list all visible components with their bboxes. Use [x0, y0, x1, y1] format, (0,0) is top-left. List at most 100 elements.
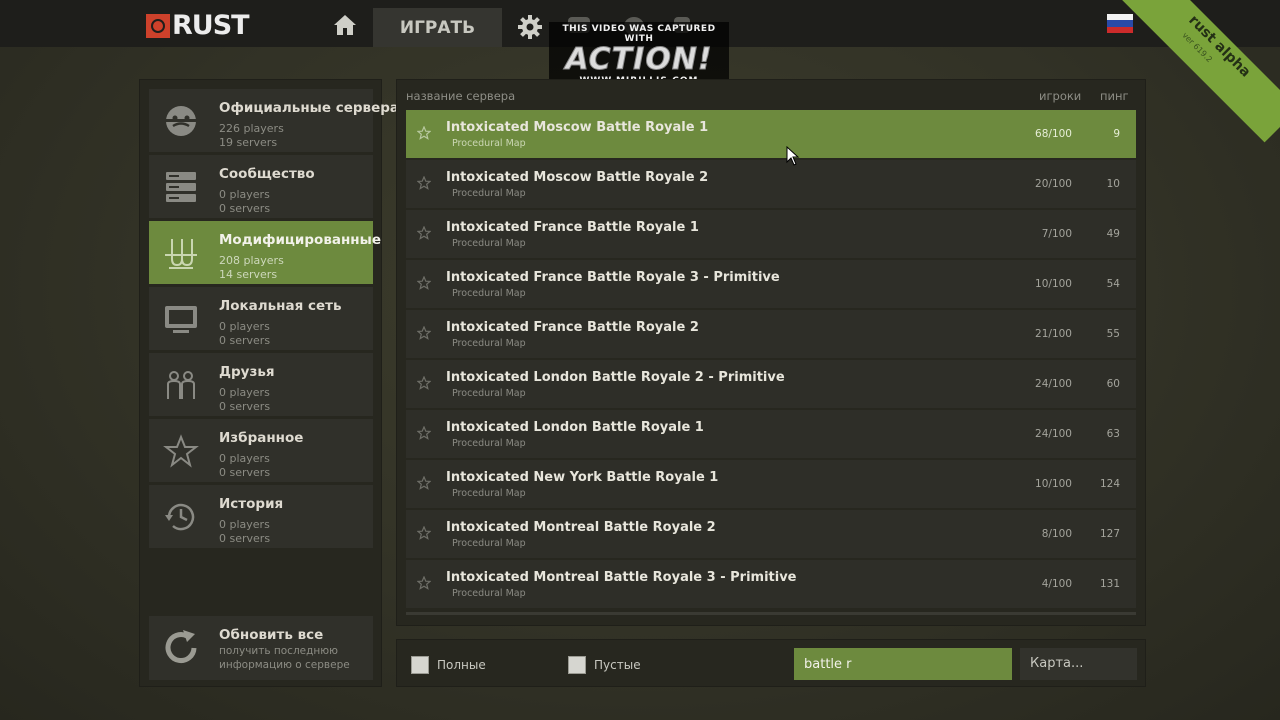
server-ping: 131: [1099, 578, 1120, 590]
category-servers: 14 servers: [219, 268, 278, 281]
category-servers: 0 servers: [219, 532, 271, 545]
tab-play[interactable]: ИГРАТЬ: [373, 8, 502, 47]
server-row[interactable]: Intoxicated Moscow Battle Royale 2 Proced…: [406, 160, 1136, 208]
category-players: 0 players: [219, 320, 270, 333]
refresh-icon: [165, 630, 197, 664]
action-watermark: THIS VIDEO WAS CAPTURED WITH ACTION! WWW…: [549, 22, 729, 86]
server-rack-icon: [166, 172, 196, 202]
server-players: 8/100: [1041, 528, 1072, 540]
server-row[interactable]: Intoxicated New York Battle Royale 1 Proc…: [406, 460, 1136, 508]
category-lan[interactable]: Локальная сеть 0 players 0 servers: [149, 287, 373, 350]
category-panel: Официальные сервера 226 players 19 serve…: [140, 80, 399, 686]
server-row[interactable]: Intoxicated London Battle Royale 2 - Pri…: [406, 360, 1136, 408]
server-name: Intoxicated London Battle Royale 1: [446, 420, 704, 435]
header-server-name[interactable]: название сервера: [406, 89, 515, 103]
server-map: Procedural Map: [452, 488, 526, 499]
category-name: Модифицированные: [219, 232, 381, 248]
server-row[interactable]: Intoxicated Moscow Battle Royale 1 Proced…: [406, 110, 1136, 158]
server-row[interactable]: Intoxicated London Battle Royale 1 Proced…: [406, 410, 1136, 458]
server-map: Procedural Map: [452, 138, 526, 149]
map-select-button[interactable]: Карта...: [1020, 648, 1137, 680]
server-row[interactable]: Intoxicated France Battle Royale 3 - Pri…: [406, 260, 1136, 308]
server-map: Procedural Map: [452, 188, 526, 199]
server-row[interactable]: Intoxicated Montreal Battle Royale 2 Proc…: [406, 510, 1136, 558]
empty-servers-checkbox[interactable]: [568, 656, 586, 674]
favorite-star-icon[interactable]: [417, 476, 431, 490]
server-ping: 60: [1106, 378, 1120, 390]
category-players: 226 players: [219, 122, 284, 135]
refresh-desc-line2: информацию о сервере: [219, 659, 350, 671]
category-official[interactable]: Официальные сервера 226 players 19 serve…: [149, 89, 399, 152]
filter-bar: Полные Пустые Карта...: [397, 640, 1145, 686]
full-servers-checkbox[interactable]: [411, 656, 429, 674]
category-community[interactable]: Сообщество 0 players 0 servers: [149, 155, 373, 218]
server-map: Procedural Map: [452, 438, 526, 449]
server-ping: 55: [1106, 328, 1120, 340]
favorite-star-icon[interactable]: [417, 226, 431, 240]
server-ping: 9: [1113, 128, 1120, 140]
favorite-star-icon[interactable]: [417, 526, 431, 540]
server-name: Intoxicated Montreal Battle Royale 3 - P…: [446, 570, 797, 585]
server-search-input[interactable]: [794, 648, 1012, 680]
home-icon[interactable]: [333, 14, 357, 36]
rust-logo-mark: [146, 14, 170, 38]
face-icon: [163, 106, 199, 136]
server-map: Procedural Map: [452, 238, 526, 249]
server-map: Procedural Map: [452, 288, 526, 299]
flask-icon: [165, 239, 197, 269]
friends-icon: [167, 371, 195, 399]
server-players: 4/100: [1041, 578, 1072, 590]
category-name: Локальная сеть: [219, 298, 342, 314]
rust-logo-text: RUST: [172, 10, 250, 41]
favorite-star-icon[interactable]: [417, 426, 431, 440]
server-players: 68/100: [1035, 128, 1072, 140]
full-servers-label: Полные: [437, 658, 486, 672]
server-list-panel: название сервера игроки пинг Intoxicated…: [397, 80, 1145, 625]
favorite-star-icon[interactable]: [417, 376, 431, 390]
category-name: Сообщество: [219, 166, 315, 182]
server-players: 10/100: [1035, 278, 1072, 290]
favorite-star-icon[interactable]: [417, 176, 431, 190]
watermark-line2: ACTION!: [565, 42, 713, 77]
category-favorites[interactable]: Избранное 0 players 0 servers: [149, 419, 373, 482]
category-servers: 0 servers: [219, 400, 271, 413]
category-history[interactable]: История 0 players 0 servers: [149, 485, 373, 548]
category-players: 0 players: [219, 386, 270, 399]
favorite-star-icon[interactable]: [417, 326, 431, 340]
gear-icon[interactable]: [517, 14, 543, 40]
category-servers: 0 servers: [219, 334, 271, 347]
server-players: 24/100: [1035, 378, 1072, 390]
refresh-desc-line1: получить последнюю: [219, 645, 338, 657]
category-modded[interactable]: Модифицированные 208 players 14 servers: [149, 221, 381, 284]
category-players: 208 players: [219, 254, 284, 267]
category-servers: 19 servers: [219, 136, 278, 149]
favorite-star-icon[interactable]: [417, 576, 431, 590]
server-ping: 124: [1099, 478, 1120, 490]
mouse-cursor-icon: [786, 146, 800, 166]
category-name: История: [219, 496, 284, 512]
history-icon: [165, 503, 195, 531]
refresh-all-button[interactable]: Обновить все получить последнюю информац…: [149, 616, 373, 680]
server-ping: 63: [1106, 428, 1120, 440]
header-players[interactable]: игроки: [1039, 89, 1081, 103]
server-ping: 10: [1106, 178, 1120, 190]
rust-logo[interactable]: RUST: [146, 10, 250, 41]
server-name: Intoxicated New York Battle Royale 1: [446, 470, 719, 485]
header-ping[interactable]: пинг: [1100, 89, 1129, 103]
russian-flag-icon[interactable]: [1107, 14, 1133, 33]
category-friends[interactable]: Друзья 0 players 0 servers: [149, 353, 373, 416]
server-map: Procedural Map: [452, 588, 526, 599]
star-icon: [163, 434, 199, 468]
favorite-star-icon[interactable]: [417, 276, 431, 290]
list-scrollbar[interactable]: [406, 612, 1136, 615]
category-servers: 0 servers: [219, 202, 271, 215]
monitor-icon: [165, 306, 197, 333]
category-name: Официальные сервера: [219, 100, 400, 116]
server-row[interactable]: Intoxicated Montreal Battle Royale 3 - P…: [406, 560, 1136, 608]
favorite-star-icon[interactable]: [417, 126, 431, 140]
server-row[interactable]: Intoxicated France Battle Royale 2 Proced…: [406, 310, 1136, 358]
server-ping: 49: [1106, 228, 1120, 240]
server-ping: 54: [1106, 278, 1120, 290]
server-name: Intoxicated Moscow Battle Royale 2: [446, 170, 709, 185]
server-row[interactable]: Intoxicated France Battle Royale 1 Proced…: [406, 210, 1136, 258]
